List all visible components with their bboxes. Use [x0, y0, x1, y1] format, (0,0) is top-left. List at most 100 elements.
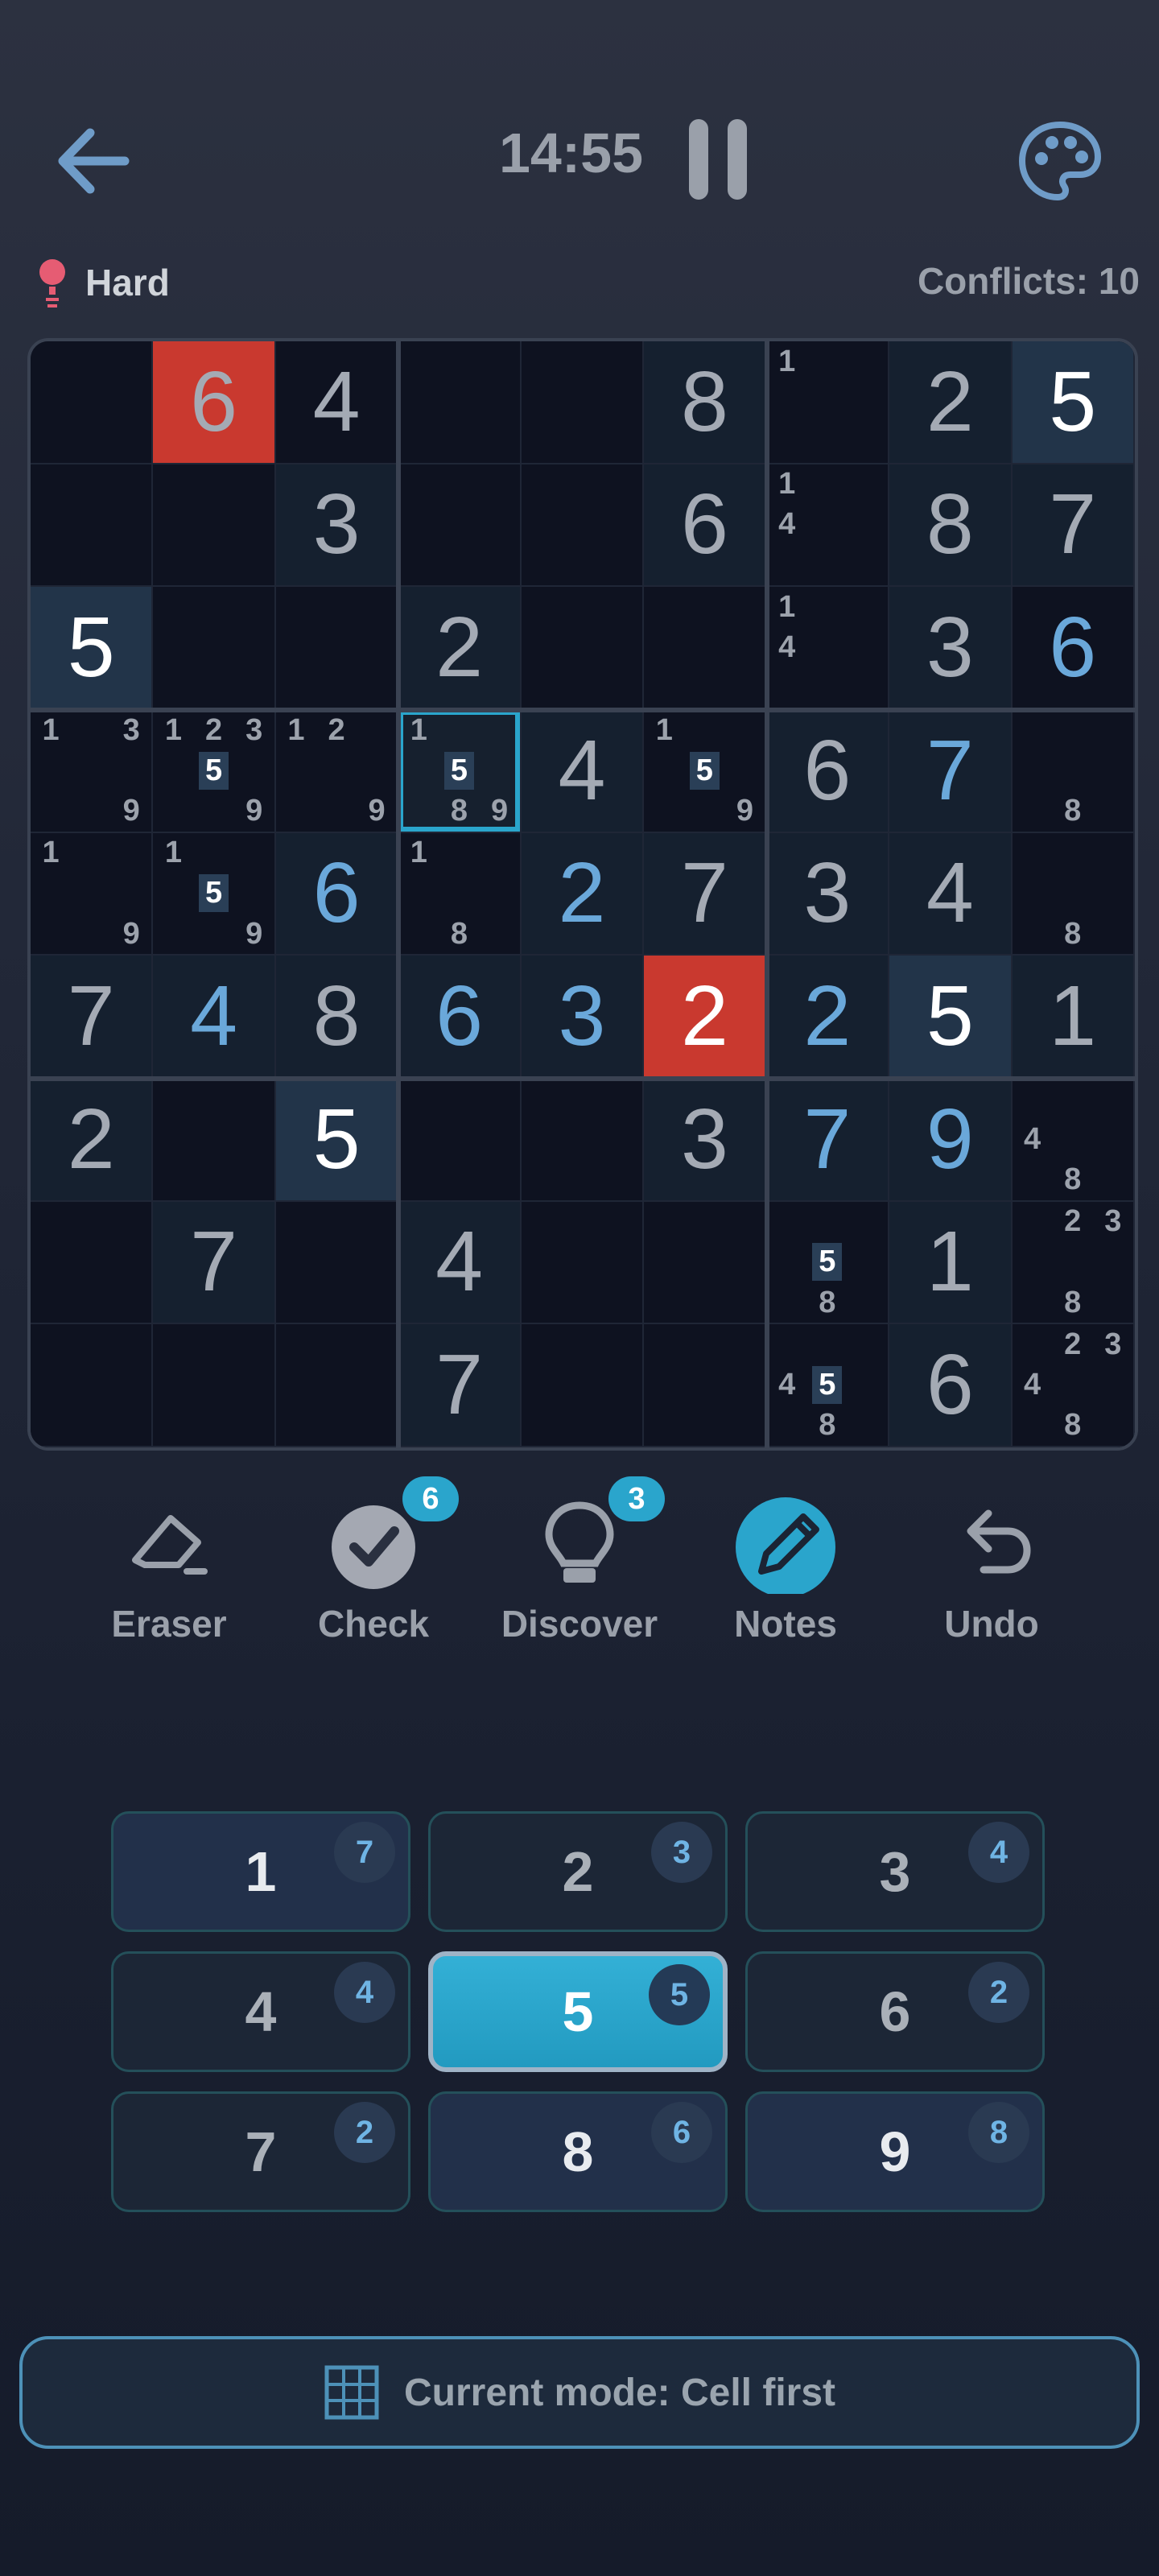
- input-mode-button[interactable]: Current mode: Cell first: [19, 2336, 1140, 2449]
- cell-r3c7[interactable]: 14: [766, 587, 890, 710]
- cell-r1c8[interactable]: 2: [889, 341, 1013, 464]
- cell-r3c2[interactable]: [153, 587, 276, 710]
- number-key-3[interactable]: 34: [745, 1811, 1045, 1932]
- cell-r6c6[interactable]: 2: [644, 956, 767, 1079]
- cell-r7c6[interactable]: 3: [644, 1079, 767, 1202]
- cell-r3c9[interactable]: 6: [1012, 587, 1135, 710]
- number-key-4[interactable]: 44: [111, 1951, 410, 2072]
- palette-icon[interactable]: [1016, 117, 1104, 205]
- cell-r8c8[interactable]: 1: [889, 1201, 1013, 1325]
- cell-r4c2[interactable]: 12359: [153, 710, 276, 833]
- cell-r4c8[interactable]: 7: [889, 710, 1013, 833]
- notes-button[interactable]: Notes: [689, 1481, 882, 1645]
- cell-r7c2[interactable]: [153, 1079, 276, 1202]
- number-key-9[interactable]: 98: [745, 2091, 1045, 2212]
- cell-r9c1[interactable]: [31, 1324, 154, 1447]
- cell-r8c1[interactable]: [31, 1201, 154, 1325]
- undo-button[interactable]: Undo: [895, 1481, 1088, 1645]
- cell-r8c7[interactable]: 58: [766, 1201, 890, 1325]
- cell-r5c7[interactable]: 3: [766, 832, 890, 956]
- cell-r9c5[interactable]: [521, 1324, 645, 1447]
- cell-r9c6[interactable]: [644, 1324, 767, 1447]
- cell-r5c4[interactable]: 18: [398, 832, 522, 956]
- cell-r9c9[interactable]: 23 48: [1012, 1324, 1135, 1447]
- cell-r7c7[interactable]: 7: [766, 1079, 890, 1202]
- cell-r7c4[interactable]: [398, 1079, 522, 1202]
- cell-r2c5[interactable]: [521, 464, 645, 588]
- check-button[interactable]: 6 Check: [277, 1476, 470, 1645]
- cell-r6c5[interactable]: 3: [521, 956, 645, 1079]
- cell-r1c2[interactable]: 6: [153, 341, 276, 464]
- cell-r6c3[interactable]: 8: [275, 956, 399, 1079]
- cell-r2c6[interactable]: 6: [644, 464, 767, 588]
- cell-r4c9[interactable]: 8: [1012, 710, 1135, 833]
- cell-r8c5[interactable]: [521, 1201, 645, 1325]
- cell-r6c7[interactable]: 2: [766, 956, 890, 1079]
- cell-r4c6[interactable]: 159: [644, 710, 767, 833]
- cell-r3c3[interactable]: [275, 587, 399, 710]
- cell-r4c1[interactable]: 1 3 9: [31, 710, 154, 833]
- number-key-7[interactable]: 72: [111, 2091, 410, 2212]
- number-key-6[interactable]: 62: [745, 1951, 1045, 2072]
- cell-r6c2[interactable]: 4: [153, 956, 276, 1079]
- number-key-5[interactable]: 55: [428, 1951, 728, 2072]
- cell-r2c4[interactable]: [398, 464, 522, 588]
- cell-r9c4[interactable]: 7: [398, 1324, 522, 1447]
- cell-r5c1[interactable]: 19: [31, 832, 154, 956]
- cell-r9c2[interactable]: [153, 1324, 276, 1447]
- cell-r6c4[interactable]: 6: [398, 956, 522, 1079]
- cell-r6c8[interactable]: 5: [889, 956, 1013, 1079]
- cell-r6c1[interactable]: 7: [31, 956, 154, 1079]
- cell-r9c7[interactable]: 458: [766, 1324, 890, 1447]
- cell-r1c4[interactable]: [398, 341, 522, 464]
- cell-r8c2[interactable]: 7: [153, 1201, 276, 1325]
- cell-r1c5[interactable]: [521, 341, 645, 464]
- cell-r3c4[interactable]: 2: [398, 587, 522, 710]
- cell-r3c1[interactable]: 5: [31, 587, 154, 710]
- cell-r7c5[interactable]: [521, 1079, 645, 1202]
- cell-r3c5[interactable]: [521, 587, 645, 710]
- cell-r8c4[interactable]: 4: [398, 1201, 522, 1325]
- cell-r3c6[interactable]: [644, 587, 767, 710]
- cell-r5c2[interactable]: 159: [153, 832, 276, 956]
- cell-r4c4[interactable]: 1589: [398, 710, 522, 833]
- number-key-8[interactable]: 86: [428, 2091, 728, 2212]
- cell-r5c5[interactable]: 2: [521, 832, 645, 956]
- sudoku-board[interactable]: 6481253614875214361391235912915894159678…: [27, 338, 1138, 1451]
- cell-r1c9[interactable]: 5: [1012, 341, 1135, 464]
- cell-r4c5[interactable]: 4: [521, 710, 645, 833]
- cell-r5c8[interactable]: 4: [889, 832, 1013, 956]
- cell-r8c9[interactable]: 23 8: [1012, 1201, 1135, 1325]
- cell-r2c1[interactable]: [31, 464, 154, 588]
- cell-r1c3[interactable]: 4: [275, 341, 399, 464]
- cell-r2c3[interactable]: 3: [275, 464, 399, 588]
- cell-r5c3[interactable]: 6: [275, 832, 399, 956]
- back-arrow-icon[interactable]: [48, 113, 145, 209]
- cell-r2c2[interactable]: [153, 464, 276, 588]
- cell-r9c8[interactable]: 6: [889, 1324, 1013, 1447]
- cell-r5c6[interactable]: 7: [644, 832, 767, 956]
- cell-r8c6[interactable]: [644, 1201, 767, 1325]
- cell-r9c3[interactable]: [275, 1324, 399, 1447]
- number-key-2[interactable]: 23: [428, 1811, 728, 1932]
- pause-icon[interactable]: [686, 119, 750, 200]
- cell-r4c7[interactable]: 6: [766, 710, 890, 833]
- cell-r2c7[interactable]: 14: [766, 464, 890, 588]
- cell-r7c9[interactable]: 48: [1012, 1079, 1135, 1202]
- cell-r5c9[interactable]: 8: [1012, 832, 1135, 956]
- cell-r3c8[interactable]: 3: [889, 587, 1013, 710]
- number-key-1[interactable]: 17: [111, 1811, 410, 1932]
- cell-r7c8[interactable]: 9: [889, 1079, 1013, 1202]
- cell-r6c9[interactable]: 1: [1012, 956, 1135, 1079]
- eraser-button[interactable]: Eraser: [72, 1481, 266, 1645]
- cell-r2c9[interactable]: 7: [1012, 464, 1135, 588]
- discover-button[interactable]: 3 Discover: [483, 1476, 676, 1645]
- cell-r8c3[interactable]: [275, 1201, 399, 1325]
- cell-r7c1[interactable]: 2: [31, 1079, 154, 1202]
- cell-r7c3[interactable]: 5: [275, 1079, 399, 1202]
- cell-r1c1[interactable]: [31, 341, 154, 464]
- cell-r1c7[interactable]: 1: [766, 341, 890, 464]
- cell-r2c8[interactable]: 8: [889, 464, 1013, 588]
- cell-r4c3[interactable]: 12 9: [275, 710, 399, 833]
- cell-r1c6[interactable]: 8: [644, 341, 767, 464]
